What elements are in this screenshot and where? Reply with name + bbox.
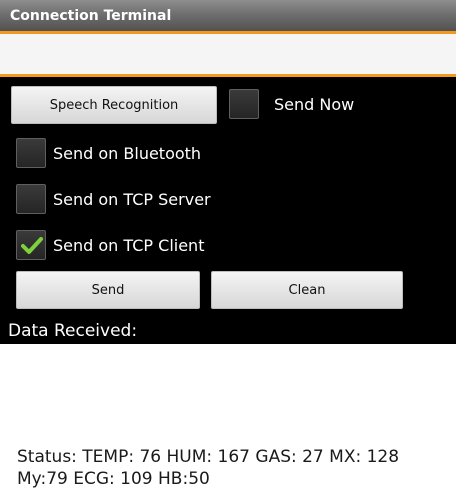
bluetooth-checkbox[interactable] <box>16 138 46 168</box>
tcp-client-label: Send on TCP Client <box>53 236 205 255</box>
data-received-label: Data Received: <box>8 321 138 341</box>
send-now-checkbox[interactable] <box>229 89 259 119</box>
title-bar: Connection Terminal <box>0 0 456 34</box>
tcp-server-checkbox[interactable] <box>16 184 46 214</box>
send-button[interactable]: Send <box>16 271 200 309</box>
speech-recognition-label: Speech Recognition <box>49 97 179 113</box>
clean-button[interactable]: Clean <box>211 271 403 309</box>
message-input[interactable] <box>14 40 448 68</box>
speech-recognition-button[interactable]: Speech Recognition <box>11 86 217 124</box>
checkmark-icon <box>21 237 43 254</box>
control-panel: Speech Recognition Send Now Send on Blue… <box>0 77 456 344</box>
tcp-server-label: Send on TCP Server <box>53 190 211 209</box>
message-input-area <box>0 34 456 74</box>
bluetooth-label: Send on Bluetooth <box>53 144 202 163</box>
send-now-label: Send Now <box>274 95 355 114</box>
clean-button-label: Clean <box>288 282 326 298</box>
app-title: Connection Terminal <box>10 8 172 24</box>
status-text: Status: TEMP: 76 HUM: 167 GAS: 27 MX: 12… <box>17 447 400 489</box>
tcp-client-checkbox[interactable] <box>16 230 46 260</box>
send-button-label: Send <box>91 282 125 298</box>
